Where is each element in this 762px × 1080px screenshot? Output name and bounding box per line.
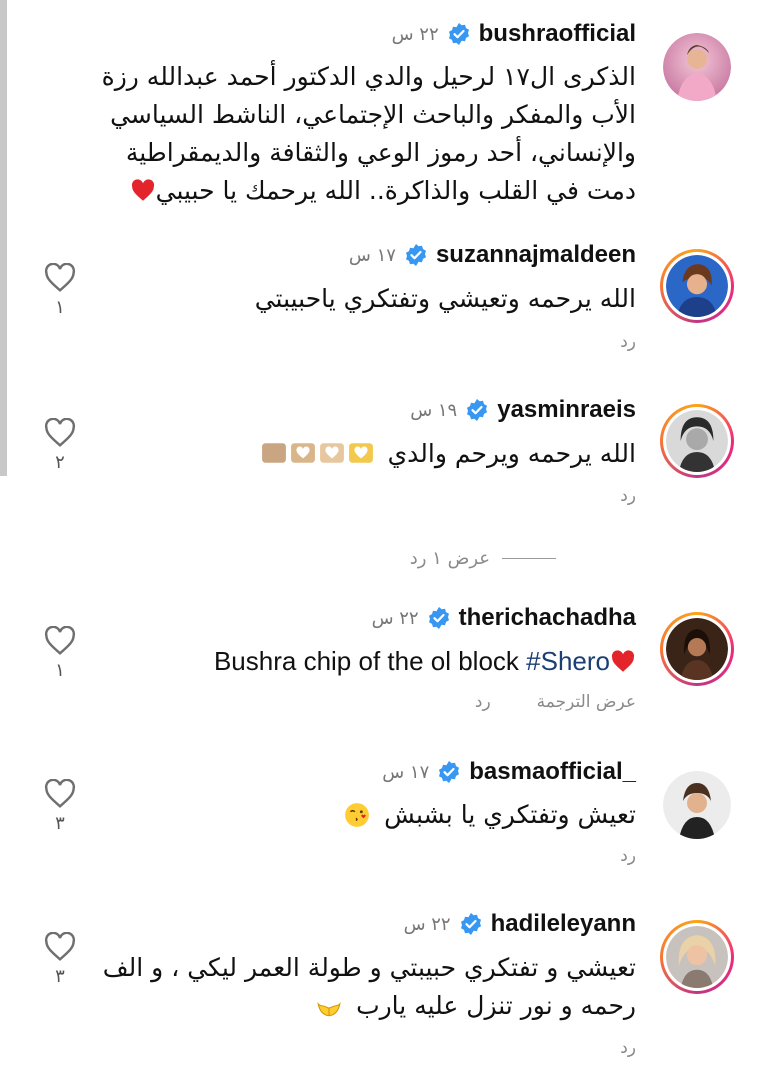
like-count: ١: [55, 660, 65, 681]
comment-line: رحمه و نور تنزل عليه يارب: [356, 991, 636, 1020]
comment-time: ٢٢ س: [403, 913, 451, 935]
heart-outline-icon: [44, 626, 76, 655]
comment-text: تعيش وتفتكري يا بشبش: [344, 796, 636, 834]
like-count: ٣: [55, 966, 65, 987]
hashtag-link[interactable]: #Shero: [526, 646, 610, 676]
like-button[interactable]: ١: [40, 263, 80, 318]
heart-outline-icon: [44, 418, 76, 447]
comment-line: الأب والمفكر والباحث الإجتماعي، الناشط ا…: [110, 100, 636, 129]
comment-text: Bushra chip of the ol block #Shero: [214, 642, 636, 680]
like-count: ١: [55, 297, 65, 318]
reply-button[interactable]: رد: [620, 846, 636, 866]
comment-line: دمت في القلب والذاكرة.. الله يرحمك يا حب…: [155, 176, 636, 205]
comment-line: الله يرحمه ويرحم والدي: [387, 439, 636, 468]
avatar[interactable]: [660, 30, 734, 104]
like-button[interactable]: ٢: [40, 418, 80, 473]
red-heart-emoji: [131, 179, 154, 201]
comment-line: والإنساني، أحد رموز الوعي والثقافة والدي…: [125, 138, 636, 167]
divider: [502, 558, 556, 559]
verified-badge-icon: [428, 607, 449, 629]
avatar-story-ring[interactable]: [660, 612, 734, 686]
heart-outline-icon: [44, 779, 76, 808]
username[interactable]: hadileleyann: [491, 910, 636, 938]
scroll-indicator: [0, 0, 7, 476]
comment-line: الذكرى ال١٧ لرحيل والدي الدكتور أحمد عبد…: [101, 62, 636, 91]
view-replies-label: عرض ١ رد: [409, 548, 490, 569]
like-count: ٢: [55, 452, 65, 473]
comment-line: تعيش وتفتكري يا بشبش: [384, 800, 636, 829]
palms-up-together-emoji: [317, 1002, 341, 1017]
kissing-heart-emoji: [345, 803, 370, 827]
like-button[interactable]: ٣: [40, 779, 80, 834]
reply-button[interactable]: رد: [620, 486, 636, 506]
avatar[interactable]: [660, 768, 734, 842]
verified-badge-icon: [439, 761, 460, 783]
comment-text: الله يرحمه ويرحم والدي: [261, 435, 636, 473]
heart-outline-icon: [44, 932, 76, 961]
comment-text: الله يرحمه وتعيشي وتفتكري ياحبيبتي: [254, 284, 636, 313]
verified-badge-icon: [460, 913, 481, 935]
comment-time: ١٧ س: [382, 761, 430, 783]
reply-button[interactable]: رد: [620, 1038, 636, 1058]
heart-outline-icon: [44, 263, 76, 292]
verified-badge-icon: [405, 244, 426, 266]
comment-time: ٢٢ س: [371, 607, 419, 629]
verified-badge-icon: [448, 23, 469, 45]
comment-time: ١٩ س: [410, 399, 458, 421]
username[interactable]: therichachadha: [459, 604, 636, 632]
avatar-story-ring[interactable]: [660, 404, 734, 478]
username[interactable]: yasminraeis: [497, 396, 636, 424]
avatar: [666, 618, 728, 680]
username[interactable]: suzannajmaldeen: [436, 241, 636, 269]
like-button[interactable]: ١: [40, 626, 80, 681]
like-count: ٣: [55, 813, 65, 834]
username[interactable]: basmaofficial_: [469, 758, 636, 786]
comment-time: ٢٢ س: [391, 23, 439, 45]
reply-button[interactable]: رد: [475, 692, 491, 712]
avatar: [666, 255, 728, 317]
see-translation-button[interactable]: عرض الترجمة: [537, 692, 636, 712]
avatar: [666, 926, 728, 988]
like-button[interactable]: ٣: [40, 932, 80, 987]
comment-line: تعيشي و تفتكري حبيبتي و طولة العمر ليكي …: [102, 953, 636, 982]
comment-line: Bushra chip of the ol block: [213, 646, 527, 676]
avatar-story-ring[interactable]: [660, 249, 734, 323]
comment-time: ١٧ س: [348, 244, 396, 266]
reply-button[interactable]: رد: [620, 332, 636, 352]
heart-hands-emoji-row: [261, 440, 374, 466]
avatar: [666, 410, 728, 472]
username[interactable]: bushraofficial: [479, 20, 636, 48]
comment-text: الذكرى ال١٧ لرحيل والدي الدكتور أحمد عبد…: [102, 58, 636, 210]
verified-badge-icon: [467, 399, 488, 421]
view-replies-button[interactable]: عرض ١ رد: [410, 548, 556, 569]
avatar-story-ring[interactable]: [660, 920, 734, 994]
comment-text: تعيشي و تفتكري حبيبتي و طولة العمر ليكي …: [103, 949, 636, 1025]
red-heart-emoji: [611, 650, 635, 672]
